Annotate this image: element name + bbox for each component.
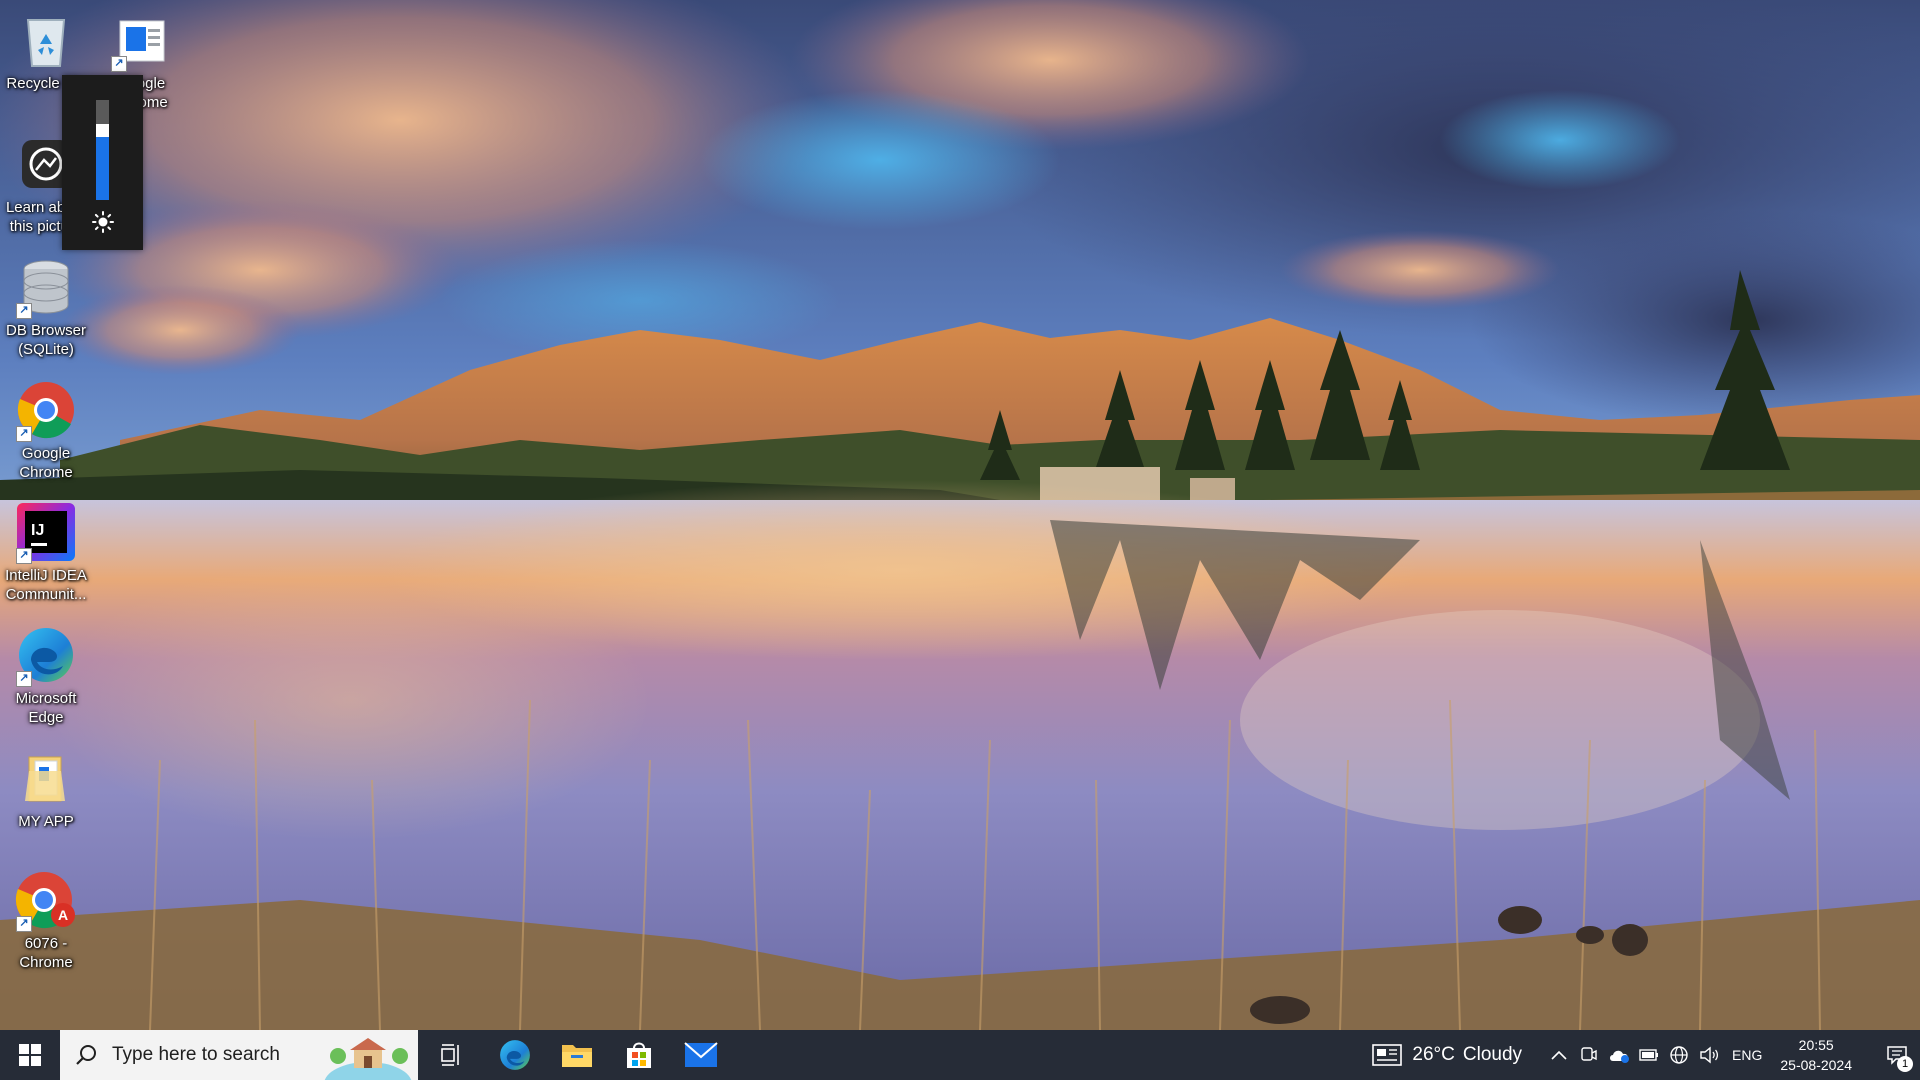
clock-date: 25-08-2024 [1780, 1057, 1852, 1073]
chrome-profile-icon: A ↗ [14, 868, 78, 932]
search-highlight-illustration [324, 1038, 412, 1080]
search-icon [76, 1045, 96, 1065]
taskbar-edge-button[interactable] [484, 1030, 546, 1080]
recycle-bin-icon [14, 8, 78, 72]
desktop-icon-label: DB Browser (SQLite) [5, 322, 87, 358]
shortcut-arrow-icon: ↗ [16, 916, 32, 932]
shortcut-arrow-icon: ↗ [16, 303, 32, 319]
onedrive-button[interactable] [1604, 1030, 1634, 1080]
weather-temperature: 26°C [1412, 1044, 1455, 1065]
speaker-icon [1700, 1046, 1719, 1064]
mail-icon [684, 1042, 718, 1067]
weather-widget[interactable]: 26°C Cloudy [1372, 1044, 1522, 1066]
desktop-icon-label: 6076 - Chrome [19, 935, 73, 971]
desktop-icon-my-app[interactable]: MY APP [0, 746, 92, 831]
weather-condition: Cloudy [1462, 1044, 1523, 1065]
shortcut-arrow-icon: ↗ [16, 548, 32, 564]
show-hidden-icons-button[interactable] [1544, 1030, 1574, 1080]
wallpaper-landscape [0, 0, 1920, 1030]
desktop-icon-microsoft-edge[interactable]: ↗ Microsoft Edge [0, 623, 92, 727]
task-view-button[interactable] [422, 1030, 484, 1080]
desktop-icon-google-chrome[interactable]: ↗ Google Chrome [0, 378, 92, 482]
desktop[interactable]: Recycle Bin ↗ Google Chrome Learn about … [0, 0, 1920, 1030]
network-button[interactable] [1664, 1030, 1694, 1080]
shortcut-arrow-icon: ↗ [16, 671, 32, 687]
action-center-button[interactable]: 1 [1874, 1030, 1920, 1080]
file-explorer-icon [562, 1045, 592, 1067]
edge-icon [500, 1040, 530, 1070]
sun-icon [92, 211, 114, 233]
chevron-up-icon [1551, 1050, 1567, 1060]
shortcut-arrow-icon: ↗ [111, 56, 127, 72]
task-view-icon [441, 1044, 459, 1066]
brightness-slider-fill [96, 137, 109, 200]
battery-icon [1639, 1049, 1659, 1061]
news-weather-icon [1372, 1044, 1403, 1066]
volume-button[interactable] [1694, 1030, 1724, 1080]
google-docs-shortcut-icon: ↗ [109, 8, 173, 72]
store-icon [627, 1042, 651, 1068]
database-icon: ↗ [14, 255, 78, 319]
edge-icon: ↗ [14, 623, 78, 687]
desktop-icon-label: IntelliJ IDEA Communit... [5, 567, 87, 603]
taskbar: Type here to search 26°C Cloudy ENG 20:5… [0, 1030, 1920, 1080]
folder-icon [14, 746, 78, 810]
taskbar-clock[interactable]: 20:55 25-08-2024 [1780, 1035, 1852, 1075]
desktop-icon-label: Google Chrome [19, 445, 73, 481]
system-tray: 26°C Cloudy ENG 20:55 25-08-2024 1 [1372, 1030, 1920, 1080]
desktop-icon-intellij[interactable]: IJ ↗ IntelliJ IDEA Communit... [0, 500, 92, 604]
taskbar-mail-button[interactable] [670, 1030, 732, 1080]
meet-now-button[interactable] [1574, 1030, 1604, 1080]
clock-time: 20:55 [1798, 1037, 1834, 1053]
desktop-icon-label: MY APP [18, 813, 74, 830]
battery-button[interactable] [1634, 1030, 1664, 1080]
start-button[interactable] [0, 1030, 60, 1080]
onedrive-icon [1610, 1050, 1630, 1063]
brightness-flyout [62, 75, 143, 250]
desktop-icon-db-browser[interactable]: ↗ DB Browser (SQLite) [0, 255, 92, 359]
desktop-icon-label: Microsoft Edge [15, 690, 77, 726]
network-icon [1670, 1046, 1688, 1064]
svg-text:IJ: IJ [31, 522, 44, 539]
intellij-icon: IJ ↗ [14, 500, 78, 564]
taskbar-search-box[interactable]: Type here to search [60, 1030, 418, 1080]
shortcut-arrow-icon: ↗ [16, 426, 32, 442]
meet-now-icon [1581, 1047, 1597, 1061]
notification-count-badge: 1 [1897, 1056, 1913, 1072]
profile-badge: A [58, 907, 68, 923]
brightness-slider-thumb[interactable] [96, 124, 109, 137]
input-language-indicator[interactable]: ENG [1732, 1047, 1762, 1063]
chrome-icon: ↗ [14, 378, 78, 442]
windows-logo-icon [19, 1044, 41, 1066]
search-placeholder: Type here to search [112, 1044, 280, 1065]
taskbar-store-button[interactable] [608, 1030, 670, 1080]
taskbar-file-explorer-button[interactable] [546, 1030, 608, 1080]
desktop-icon-6076-chrome[interactable]: A ↗ 6076 - Chrome [0, 868, 92, 972]
brightness-slider[interactable] [96, 100, 109, 200]
